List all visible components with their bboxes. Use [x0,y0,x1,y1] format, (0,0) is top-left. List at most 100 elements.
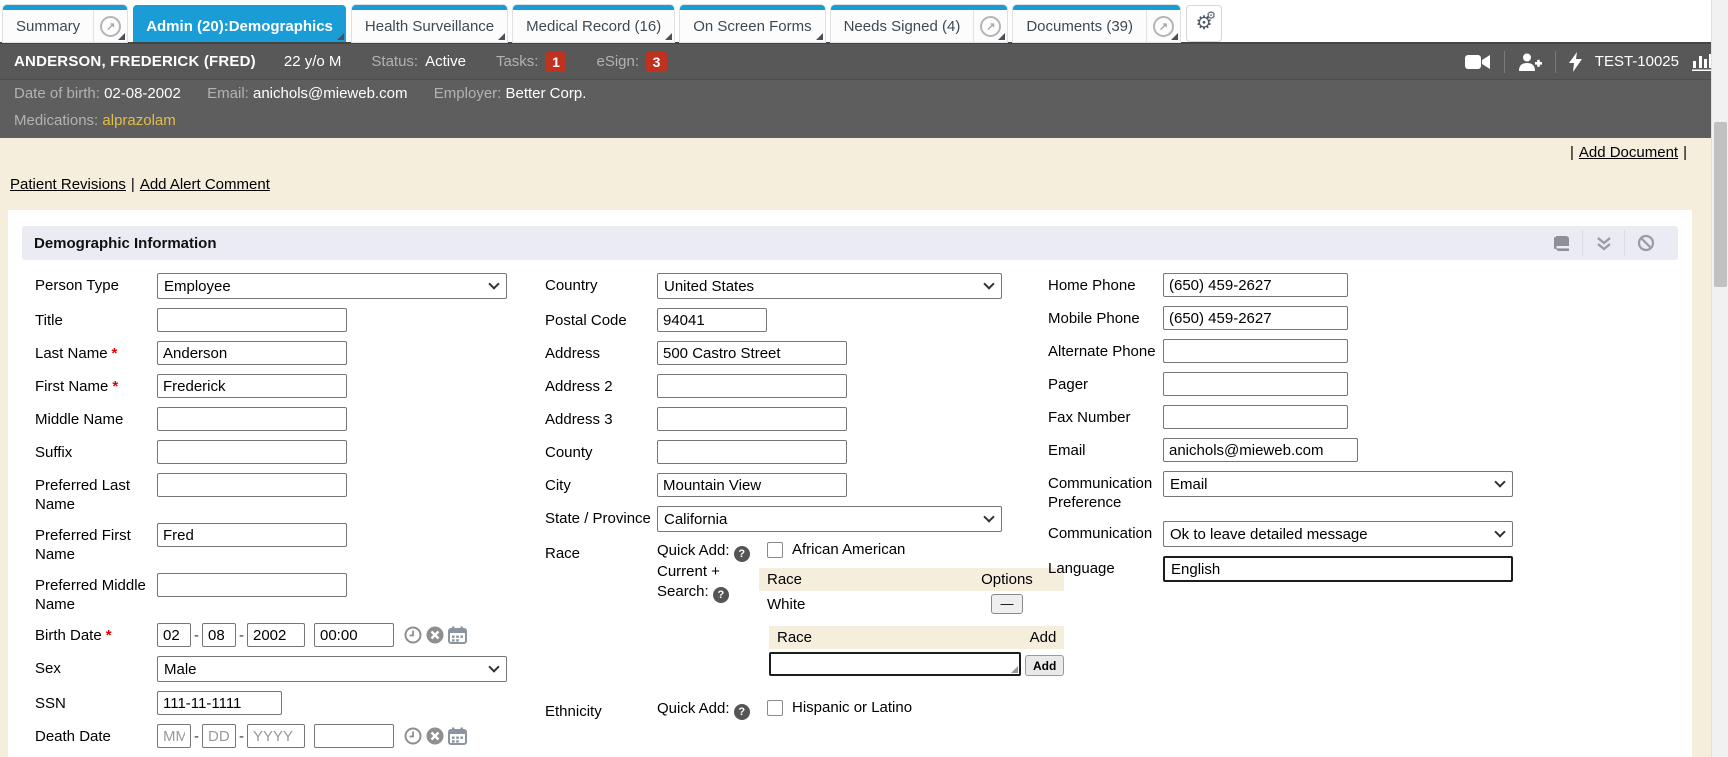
sex-select[interactable]: Male [157,656,507,682]
external-link-icon: ↗ [100,16,121,37]
pipe: | [131,176,135,193]
tab-on-screen-forms-label: On Screen Forms [680,10,824,42]
sex-value: Male [164,661,197,678]
death-time-input[interactable] [314,724,394,748]
tab-medical-record[interactable]: Medical Record (16) [513,5,674,42]
first-name-label: First Name* [35,374,157,398]
add-person-icon[interactable] [1518,52,1542,72]
tab-health-surveillance[interactable]: Health Surveillance [352,5,507,42]
settings-gears-button[interactable]: ⚙ ⚙ [1186,5,1222,42]
birth-year-input[interactable] [247,623,305,647]
communication-preference-select[interactable]: Email [1163,471,1513,497]
tab-on-screen-forms[interactable]: On Screen Forms [680,5,824,42]
communication-select[interactable]: Ok to leave detailed message [1163,521,1513,547]
ssn-input[interactable] [157,691,282,715]
field-fax-number: Fax Number [1048,405,1678,429]
field-city: City [545,473,1048,497]
address-3-input[interactable] [657,407,847,431]
vertical-scrollbar[interactable] [1711,0,1728,757]
preferred-middle-name-label: Preferred Middle Name [35,573,157,614]
add-document-link[interactable]: Add Document [1579,144,1678,161]
chevron-down-icon [983,511,994,522]
preferred-first-name-input[interactable] [157,523,347,547]
death-day-input[interactable] [202,724,236,748]
clear-date-x-icon[interactable] [426,727,444,745]
pager-input[interactable] [1163,372,1348,396]
african-american-checkbox[interactable] [767,542,783,558]
communication-preference-value: Email [1170,476,1208,493]
scrollbar-thumb[interactable] [1714,122,1727,287]
tab-admin-demographics[interactable]: Admin (20):Demographics [133,5,346,42]
tasks-count-badge[interactable]: 1 [545,52,566,72]
birth-date-label: Birth Date* [35,623,157,647]
tab-documents[interactable]: Documents (39) ↗ [1013,5,1180,42]
video-camera-icon[interactable] [1465,53,1491,71]
postal-code-input[interactable] [657,308,767,332]
address-label: Address [545,341,657,365]
clear-date-x-icon[interactable] [426,626,444,644]
tab-summary-label: Summary [3,10,93,42]
language-select[interactable]: English [1163,556,1513,582]
clock-icon[interactable] [404,727,422,745]
field-ethnicity: Ethnicity Quick Add: ? Hispanic or Latin… [545,699,1048,726]
race-quick-add-label: Quick Add: [657,542,730,559]
tab-summary[interactable]: Summary ↗ [3,5,127,42]
calendar-icon[interactable] [448,727,467,745]
journal-book-icon[interactable] [1540,230,1582,256]
address-3-label: Address 3 [545,407,657,431]
patient-revisions-link[interactable]: Patient Revisions [10,176,126,193]
tab-needs-signed-external-button[interactable]: ↗ [973,10,1007,42]
medications-value[interactable]: alprazolam [102,112,175,129]
preferred-last-name-input[interactable] [157,473,347,497]
required-marker: * [106,627,112,644]
help-icon[interactable]: ? [713,587,729,603]
esign-count-badge[interactable]: 3 [646,52,667,72]
help-icon[interactable]: ? [734,546,750,562]
mobile-phone-input[interactable] [1163,306,1348,330]
death-year-input[interactable] [247,724,305,748]
disable-circle-slash-icon[interactable] [1624,230,1666,256]
email-input[interactable] [1163,438,1358,462]
home-phone-input[interactable] [1163,273,1348,297]
fax-number-input[interactable] [1163,405,1348,429]
patient-header-row-3: Medications: alprazolam [0,107,1728,138]
country-select[interactable]: United States [657,273,1002,299]
tab-needs-signed[interactable]: Needs Signed (4) ↗ [831,5,1008,42]
chevron-down-icon [1494,476,1505,487]
communication-preference-label: Communication Preference [1048,471,1163,512]
state-province-select[interactable]: California [657,506,1002,532]
birth-day-input[interactable] [202,623,236,647]
add-alert-comment-link[interactable]: Add Alert Comment [140,176,270,193]
death-month-input[interactable] [157,724,191,748]
help-icon[interactable]: ? [734,704,750,720]
title-input[interactable] [157,308,347,332]
address-input[interactable] [657,341,847,365]
alternate-phone-input[interactable] [1163,339,1348,363]
middle-name-input[interactable] [157,407,347,431]
birth-time-input[interactable] [314,623,394,647]
last-name-input[interactable] [157,341,347,365]
suffix-input[interactable] [157,440,347,464]
preferred-middle-name-input[interactable] [157,573,347,597]
field-country: Country United States [545,273,1048,299]
lightning-bolt-icon[interactable] [1569,52,1582,72]
collapse-double-chevron-icon[interactable] [1582,230,1624,256]
remove-race-button[interactable]: — [991,594,1023,614]
hispanic-latino-checkbox[interactable] [767,700,783,716]
race-search-input[interactable] [769,652,1021,676]
address-2-input[interactable] [657,374,847,398]
first-name-input[interactable] [157,374,347,398]
calendar-icon[interactable] [448,626,467,644]
tab-documents-external-button[interactable]: ↗ [1146,10,1180,42]
county-input[interactable] [657,440,847,464]
field-title: Title [35,308,545,332]
tab-summary-external-button[interactable]: ↗ [93,10,127,42]
city-input[interactable] [657,473,847,497]
birth-month-input[interactable] [157,623,191,647]
required-marker: * [112,378,118,395]
tab-medical-record-label: Medical Record (16) [513,10,674,42]
ethnicity-controls: Hispanic or Latino [759,699,912,726]
clock-icon[interactable] [404,626,422,644]
race-quick-add: Quick Add: ? Current + Search: ? [657,541,757,685]
person-type-select[interactable]: Employee [157,273,507,299]
